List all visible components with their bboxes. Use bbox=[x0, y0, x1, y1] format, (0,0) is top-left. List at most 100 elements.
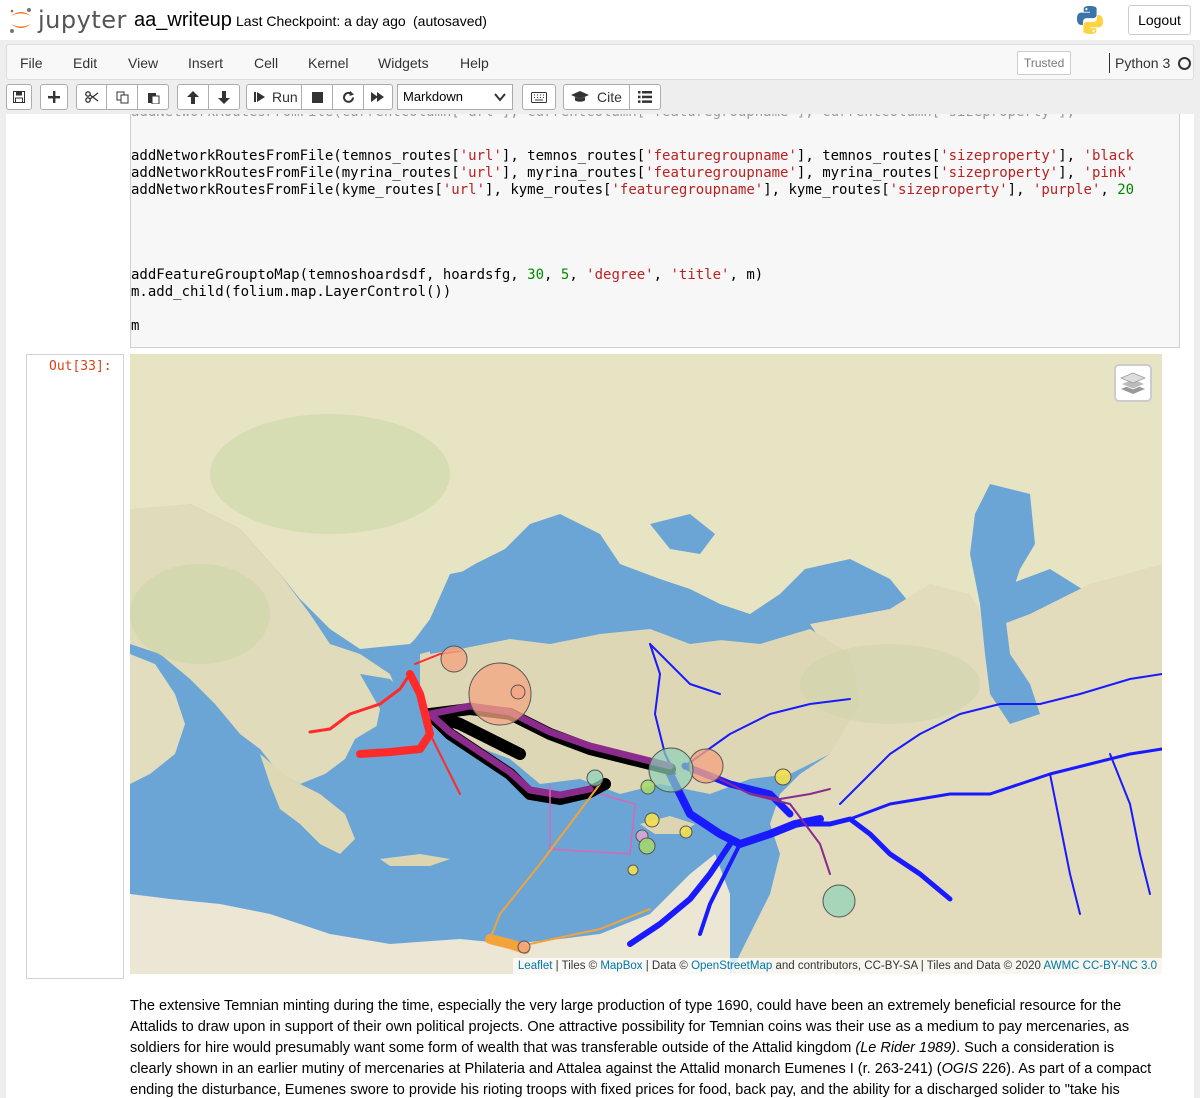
forest-shading bbox=[130, 564, 270, 664]
toolbar: Run Markdown Cite bbox=[0, 84, 1200, 112]
code-line: addNetworkRoutesFromFile(myrina_routes['… bbox=[131, 165, 1135, 181]
run-label: Run bbox=[272, 89, 298, 105]
menu-kernel[interactable]: Kernel bbox=[308, 55, 348, 71]
output-prompt-area: Out[33]: bbox=[26, 354, 124, 979]
markdown-cell[interactable]: The extensive Temnian minting during the… bbox=[130, 996, 1160, 1098]
trusted-indicator[interactable]: Trusted bbox=[1017, 51, 1072, 75]
cell-type-select[interactable]: Markdown bbox=[397, 84, 513, 110]
forest-shading bbox=[800, 644, 980, 724]
hoard-marker bbox=[688, 748, 724, 784]
map-attribution: Leaflet | Tiles © MapBox | Data © OpenSt… bbox=[512, 958, 1162, 974]
hoard-marker bbox=[822, 884, 856, 918]
plus-icon bbox=[48, 91, 60, 103]
kernel-idle-icon bbox=[1178, 57, 1191, 70]
copy-button[interactable] bbox=[106, 84, 138, 110]
hoard-marker bbox=[638, 837, 656, 855]
leaflet-map[interactable]: Leaflet | Tiles © MapBox | Data © OpenSt… bbox=[130, 354, 1162, 974]
attribution-text: and contributors, CC-BY-SA | Tiles and D… bbox=[772, 960, 1044, 972]
osm-link[interactable]: OpenStreetMap bbox=[691, 960, 772, 972]
menu-widgets[interactable]: Widgets bbox=[378, 55, 429, 71]
copy-icon bbox=[116, 91, 128, 103]
checkpoint-status: Last Checkpoint: a day ago bbox=[236, 13, 406, 29]
refresh-icon bbox=[342, 90, 354, 103]
jupyter-logo-icon bbox=[10, 8, 31, 33]
hoard-marker bbox=[774, 768, 792, 786]
citation: OGIS bbox=[941, 1061, 978, 1077]
move-up-button[interactable] bbox=[177, 84, 209, 110]
menu-view[interactable]: View bbox=[128, 55, 158, 71]
arrow-down-icon bbox=[218, 90, 230, 104]
notebook-container: addNetworkRoutesFromFile(currentcolumn['… bbox=[0, 114, 1200, 1098]
menu-insert[interactable]: Insert bbox=[188, 55, 223, 71]
stop-icon bbox=[311, 91, 323, 103]
jupyter-logo-text: jupyter bbox=[38, 6, 127, 34]
menu-edit[interactable]: Edit bbox=[73, 55, 97, 71]
layers-icon bbox=[1120, 372, 1146, 394]
menu-file[interactable]: File bbox=[20, 55, 43, 71]
map-canvas[interactable] bbox=[130, 354, 1162, 974]
cite-button[interactable]: Cite bbox=[563, 84, 630, 110]
save-icon bbox=[13, 91, 25, 103]
hoard-marker bbox=[640, 779, 656, 795]
notebook-header: jupyter aa_writeup Last Checkpoint: a da… bbox=[0, 0, 1200, 40]
command-palette-button[interactable] bbox=[522, 84, 556, 110]
code-line: m.add_child(folium.map.LayerControl()) bbox=[131, 284, 452, 300]
attribution-text: | Data © bbox=[642, 960, 692, 972]
menu-help[interactable]: Help bbox=[460, 55, 489, 71]
paragraph: The extensive Temnian minting during the… bbox=[130, 996, 1160, 1098]
cut-button[interactable] bbox=[76, 84, 107, 110]
keyboard-icon bbox=[531, 91, 547, 103]
citation: (Le Rider 1989) bbox=[855, 1040, 957, 1056]
bibliography-button[interactable] bbox=[629, 84, 661, 110]
code-line: addNetworkRoutesFromFile(kyme_routes['ur… bbox=[131, 182, 1135, 198]
forest-shading bbox=[210, 414, 450, 534]
fast-forward-icon bbox=[371, 92, 384, 102]
paste-button[interactable] bbox=[137, 84, 169, 110]
restart-button[interactable] bbox=[332, 84, 364, 110]
hoard-marker bbox=[648, 747, 694, 793]
kernel-separator bbox=[1109, 53, 1110, 73]
mapbox-link[interactable]: MapBox bbox=[600, 960, 642, 972]
restart-run-all-button[interactable] bbox=[363, 84, 393, 110]
scissors-icon bbox=[84, 91, 98, 103]
hoard-marker bbox=[627, 864, 639, 876]
code-line: addNetworkRoutesFromFile(temnos_routes['… bbox=[131, 148, 1135, 164]
menu-cell[interactable]: Cell bbox=[254, 55, 278, 71]
list-icon bbox=[638, 91, 652, 103]
hoard-marker bbox=[586, 769, 604, 787]
move-down-button[interactable] bbox=[208, 84, 240, 110]
cite-label: Cite bbox=[597, 89, 622, 105]
arrow-up-icon bbox=[187, 90, 199, 104]
insert-cell-button[interactable] bbox=[40, 84, 68, 110]
save-button[interactable] bbox=[6, 84, 32, 110]
paste-icon bbox=[147, 92, 159, 104]
output-prompt: Out[33]: bbox=[49, 359, 112, 374]
autosave-status: (autosaved) bbox=[413, 13, 487, 29]
hoard-marker bbox=[510, 684, 526, 700]
layer-control-button[interactable] bbox=[1114, 364, 1152, 402]
notebook-name[interactable]: aa_writeup bbox=[134, 9, 232, 32]
code-cell-input[interactable]: addNetworkRoutesFromFile(currentcolumn['… bbox=[130, 114, 1180, 348]
step-forward-icon bbox=[254, 92, 265, 102]
notebook-page: addNetworkRoutesFromFile(currentcolumn['… bbox=[6, 114, 1194, 1098]
code-line-clipped: addNetworkRoutesFromFile(currentcolumn['… bbox=[131, 114, 1092, 120]
menubar: File Edit View Insert Cell Kernel Widget… bbox=[6, 44, 1194, 80]
logout-button[interactable]: Logout bbox=[1128, 5, 1191, 35]
run-button[interactable]: Run bbox=[246, 84, 302, 110]
interrupt-button[interactable] bbox=[301, 84, 333, 110]
hoard-marker bbox=[517, 940, 531, 954]
cell-type-value: Markdown bbox=[403, 89, 463, 104]
hoard-marker bbox=[440, 645, 468, 673]
kernel-name: Python 3 bbox=[1115, 55, 1171, 71]
code-line: addFeatureGrouptoMap(temnoshoardsdf, hoa… bbox=[131, 267, 764, 283]
awmc-link[interactable]: AWMC CC-BY-NC 3.0 bbox=[1043, 960, 1157, 972]
attribution-text: | Tiles © bbox=[552, 960, 601, 972]
chevron-down-icon bbox=[494, 93, 506, 102]
hoard-marker bbox=[644, 812, 660, 828]
graduation-cap-icon bbox=[571, 91, 590, 102]
jupyter-logo[interactable]: jupyter bbox=[8, 6, 127, 34]
hoard-marker bbox=[679, 825, 693, 839]
leaflet-link[interactable]: Leaflet bbox=[518, 960, 553, 972]
code-line: m bbox=[131, 318, 140, 334]
python-logo-icon bbox=[1077, 6, 1103, 34]
